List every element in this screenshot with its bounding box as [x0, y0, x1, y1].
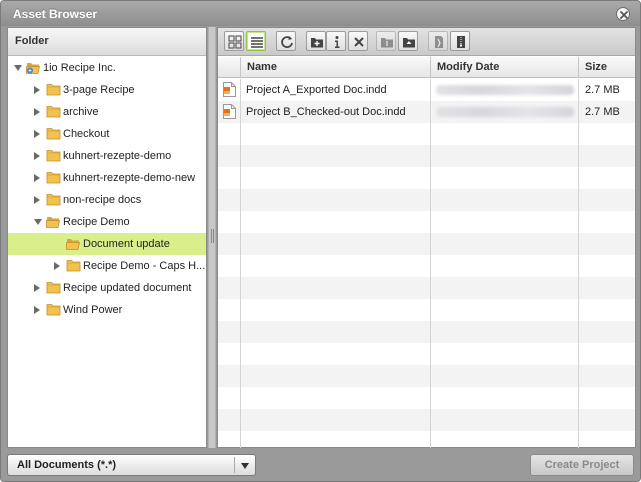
empty-row [218, 145, 635, 167]
tree-item-label: Wind Power [63, 304, 123, 316]
empty-row [218, 233, 635, 255]
splitter-grip-icon [211, 229, 214, 243]
tree-item-label: Checkout [63, 128, 110, 140]
expand-arrow-down-icon[interactable] [14, 65, 22, 71]
empty-row [218, 409, 635, 431]
tree-item[interactable]: Recipe Demo [8, 211, 206, 233]
empty-row [218, 211, 635, 233]
file-name: Project B_Checked-out Doc.indd [246, 106, 406, 118]
tree-item-label: Recipe Demo [63, 216, 130, 228]
icon-column-header [218, 57, 241, 78]
expand-arrow-right-icon[interactable] [34, 86, 40, 94]
close-button[interactable] [616, 7, 630, 21]
tree-item[interactable]: kuhnert-rezepte-demo-new [8, 167, 206, 189]
file-row[interactable]: Project B_Checked-out Doc.indd 2.7 MB [218, 101, 635, 123]
tree-item[interactable]: 1io Recipe Inc. [8, 57, 206, 79]
bottom-bar: All Documents (*.*) Create Project [1, 449, 640, 481]
tree-item[interactable]: Checkout [8, 123, 206, 145]
chevron-down-icon [241, 463, 249, 469]
expand-arrow-right-icon[interactable] [34, 306, 40, 314]
empty-row [218, 255, 635, 277]
file-list: Project A_Exported Doc.indd 2.7 MB Project… [218, 79, 635, 448]
document-filter-value: All Documents (*.*) [17, 459, 117, 471]
tree-item[interactable]: 3-page Recipe [8, 79, 206, 101]
refresh-button[interactable] [276, 31, 296, 51]
tree-item-label: 3-page Recipe [63, 84, 135, 96]
column-divider [240, 79, 241, 448]
window-title: Asset Browser [13, 7, 98, 21]
info-button[interactable] [326, 31, 346, 51]
empty-row [218, 277, 635, 299]
file-modify-date [436, 85, 574, 95]
tree-item-label: kuhnert-rezepte-demo-new [63, 172, 196, 184]
expand-arrow-right-icon[interactable] [34, 196, 40, 204]
column-divider [430, 79, 431, 448]
title-bar: Asset Browser [1, 1, 640, 26]
close-icon [620, 11, 628, 19]
expand-arrow-right-icon[interactable] [34, 130, 40, 138]
zip-button[interactable] [450, 31, 470, 51]
delete-button[interactable] [348, 31, 368, 51]
tree-item-label: archive [63, 106, 99, 118]
file-toolbar [218, 28, 635, 56]
empty-row [218, 387, 635, 409]
expand-arrow-down-icon[interactable] [34, 219, 42, 225]
tree-item-label: 1io Recipe Inc. [43, 62, 116, 74]
expand-arrow-right-icon[interactable] [34, 152, 40, 160]
tree-item[interactable]: Recipe updated document [8, 277, 206, 299]
file-size: 2.7 MB [585, 84, 620, 96]
empty-row [218, 321, 635, 343]
file-name: Project A_Exported Doc.indd [246, 84, 387, 96]
empty-row [218, 189, 635, 211]
empty-row [218, 431, 635, 448]
checkout-button[interactable] [428, 31, 448, 51]
empty-row [218, 123, 635, 145]
create-project-button[interactable]: Create Project [530, 454, 634, 476]
expand-arrow-right-icon[interactable] [54, 262, 60, 270]
file-pane: Name Modify Date Size Project A_Exported… [217, 27, 636, 448]
expand-arrow-right-icon[interactable] [34, 108, 40, 116]
expand-arrow-right-icon[interactable] [34, 284, 40, 292]
thumbnail-view-button[interactable] [224, 31, 244, 51]
table-header: Name Modify Date Size [218, 57, 635, 78]
empty-row [218, 365, 635, 387]
tree-item-label: Document update [83, 238, 170, 250]
dropdown-separator [234, 457, 235, 473]
empty-row [218, 167, 635, 189]
tree-item[interactable]: archive [8, 101, 206, 123]
tree-item[interactable]: Recipe Demo - Caps H... [8, 255, 206, 277]
file-size: 2.7 MB [585, 106, 620, 118]
list-view-button[interactable] [246, 31, 266, 51]
tree-item[interactable]: Document update [8, 233, 206, 255]
tree-item-label: Recipe Demo - Caps H... [83, 260, 206, 272]
tree-item-label: Recipe updated document [63, 282, 192, 294]
tree-item[interactable]: Wind Power [8, 299, 206, 321]
asset-browser-window: Asset Browser Folder 1io Recipe Inc. 3-pa… [0, 0, 641, 482]
tree-item-label: non-recipe docs [63, 194, 142, 206]
move-folder-button[interactable] [376, 31, 396, 51]
folder-pane-header: Folder [8, 28, 206, 56]
column-header-size[interactable]: Size [579, 57, 637, 78]
folder-header-label: Folder [15, 35, 49, 47]
document-filter-select[interactable]: All Documents (*.*) [7, 454, 256, 476]
new-folder-button[interactable] [306, 31, 326, 51]
tree-item[interactable]: non-recipe docs [8, 189, 206, 211]
tree-item-label: kuhnert-rezepte-demo [63, 150, 172, 162]
empty-row [218, 299, 635, 321]
folder-pane: Folder 1io Recipe Inc. 3-page Recipe archi… [7, 27, 207, 448]
column-header-modify-date[interactable]: Modify Date [431, 57, 579, 78]
column-divider [578, 79, 579, 448]
file-modify-date [436, 107, 574, 117]
expand-arrow-right-icon[interactable] [34, 174, 40, 182]
column-header-name[interactable]: Name [241, 57, 431, 78]
pane-splitter[interactable] [208, 27, 216, 448]
empty-row [218, 343, 635, 365]
tree-item[interactable]: kuhnert-rezepte-demo [8, 145, 206, 167]
upload-button[interactable] [398, 31, 418, 51]
file-row[interactable]: Project A_Exported Doc.indd 2.7 MB [218, 79, 635, 101]
